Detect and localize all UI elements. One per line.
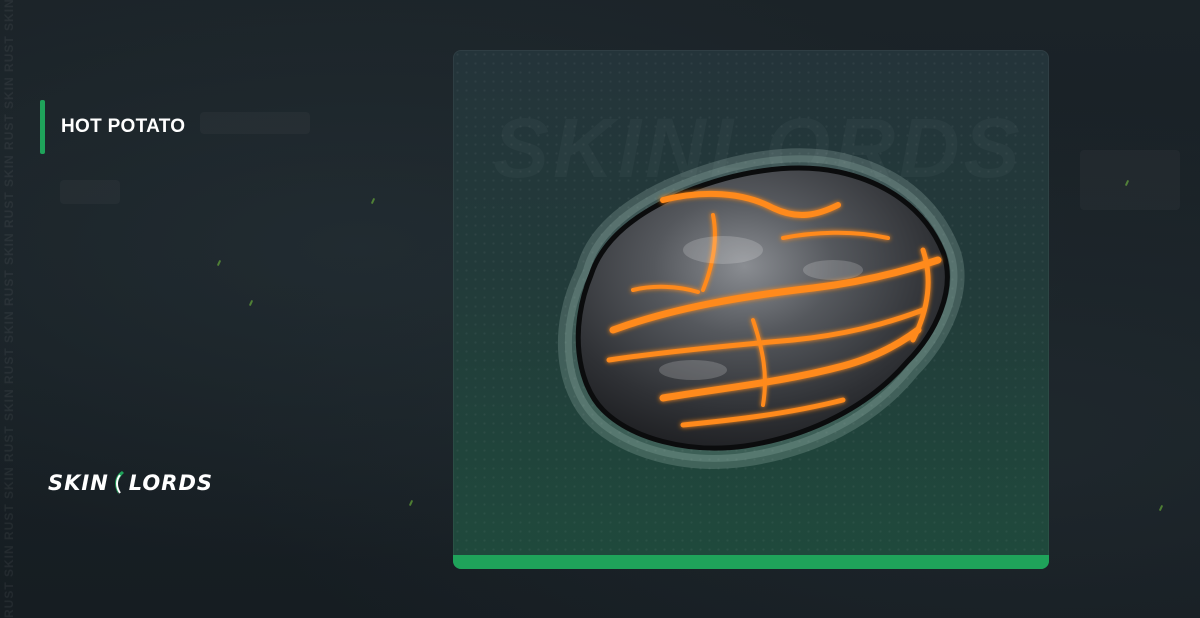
blurred-background-element — [1080, 150, 1180, 210]
item-title: HOT POTATO — [61, 116, 186, 137]
background-speck — [248, 299, 254, 307]
card-rarity-bar — [453, 555, 1049, 569]
item-preview-card: SKINLORDS — [453, 50, 1049, 569]
background-speck — [216, 259, 222, 267]
logo-leaf-icon — [114, 471, 124, 495]
skinlords-logo: SKIN LORDS — [48, 470, 213, 496]
logo-text-left: SKIN — [48, 471, 109, 495]
background-speck — [408, 499, 414, 507]
title-accent-bar — [40, 100, 45, 154]
rock-highlight — [659, 360, 727, 380]
logo-text-right: LORDS — [128, 471, 214, 495]
background-speck — [1158, 504, 1164, 512]
blurred-background-element — [200, 112, 310, 134]
item-title-block: HOT POTATO — [40, 100, 185, 154]
rock-highlight — [683, 236, 763, 264]
hot-potato-rock-icon — [557, 148, 965, 469]
blurred-background-element — [60, 180, 120, 204]
rock-highlight — [803, 260, 863, 280]
side-watermark-text: RUST SKIN RUST SKIN RUST SKIN RUST SKIN … — [2, 0, 16, 618]
background-speck — [370, 197, 376, 205]
